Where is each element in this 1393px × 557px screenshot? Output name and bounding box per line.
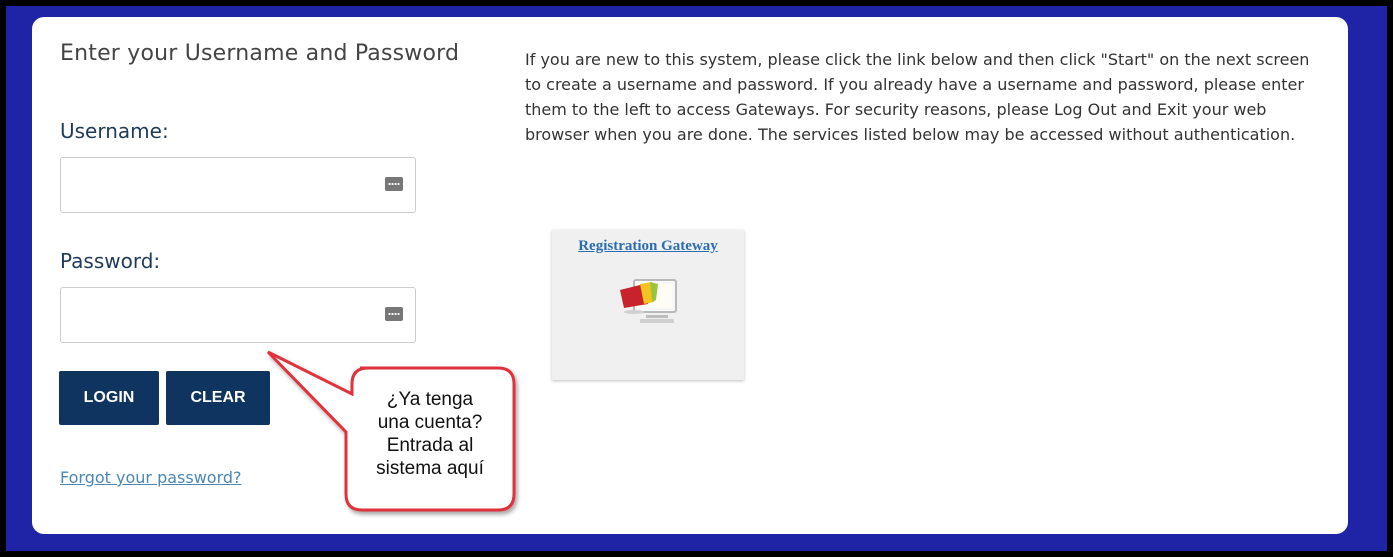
password-field-box — [60, 287, 416, 343]
password-manager-icon[interactable] — [385, 177, 403, 191]
callout-text: ¿Ya tenga una cuenta? Entrada al sistema… — [350, 388, 510, 480]
registration-gateway-link[interactable]: Registration Gateway — [552, 238, 744, 255]
clear-button[interactable]: CLEAR — [166, 371, 270, 425]
callout-line: ¿Ya tenga — [386, 389, 474, 410]
username-field-box — [60, 157, 416, 213]
login-button[interactable]: LOGIN — [59, 371, 159, 425]
registration-monitor-icon — [620, 279, 677, 323]
password-input[interactable] — [61, 288, 385, 342]
password-label: Password: — [60, 249, 161, 273]
login-title: Enter your Username and Password — [60, 41, 460, 66]
password-manager-icon[interactable] — [385, 307, 403, 321]
callout-line: una cuenta? — [377, 412, 483, 433]
login-card: Enter your Username and Password Usernam… — [32, 17, 1348, 534]
registration-gateway-tile[interactable]: Registration Gateway — [552, 230, 744, 380]
callout-line: Entrada al — [386, 435, 474, 456]
callout-line: sistema aquí — [376, 458, 484, 479]
info-text: If you are new to this system, please cl… — [525, 50, 1310, 144]
username-label: Username: — [60, 119, 169, 143]
forgot-password-link[interactable]: Forgot your password? — [60, 468, 242, 487]
username-input[interactable] — [61, 158, 385, 212]
